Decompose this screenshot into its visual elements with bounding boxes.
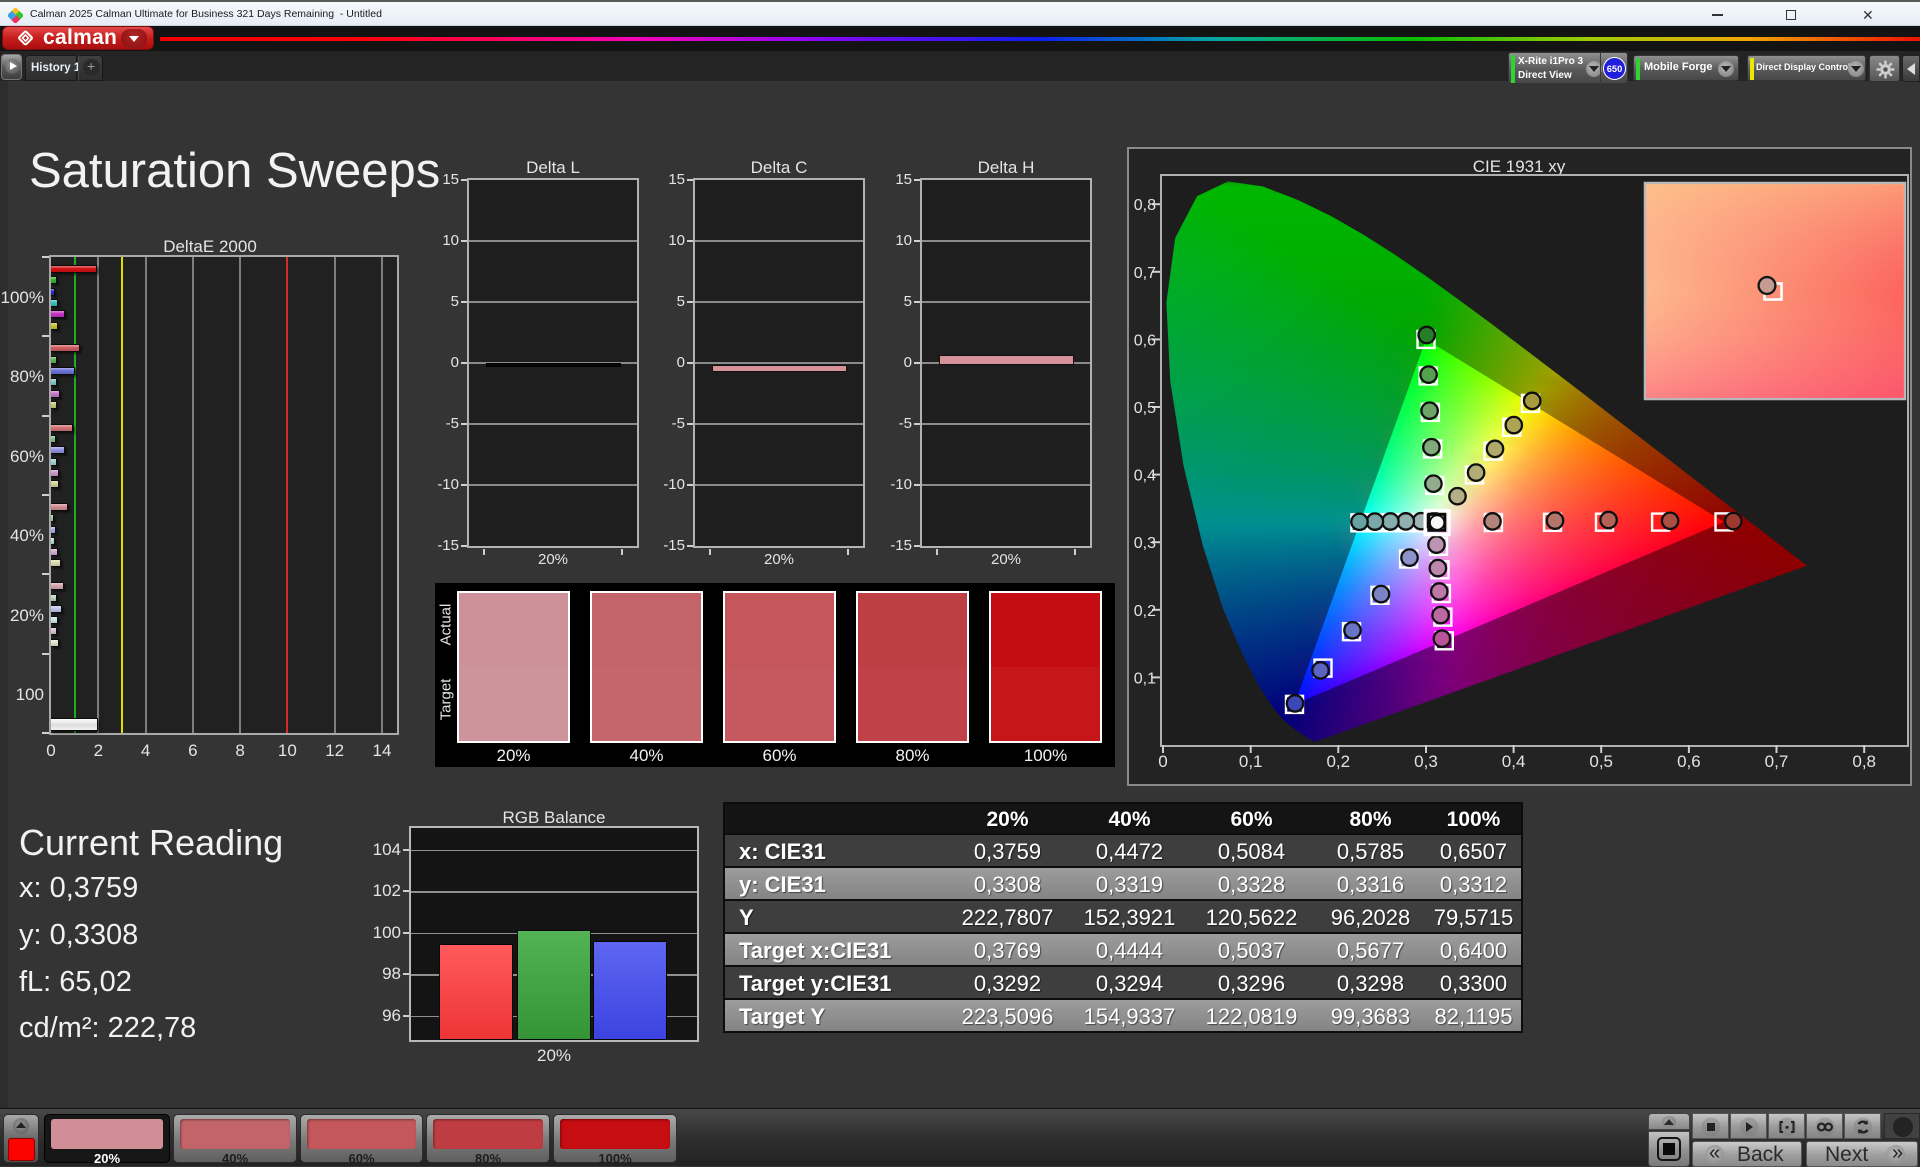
svg-text:0: 0	[1158, 752, 1167, 771]
svg-text:0,5: 0,5	[1589, 752, 1613, 771]
svg-text:0,4: 0,4	[1502, 752, 1526, 771]
svg-text:0,6: 0,6	[1134, 332, 1156, 349]
svg-text:0,6: 0,6	[1677, 752, 1701, 771]
svg-text:0,5: 0,5	[1134, 400, 1156, 417]
svg-text:0,2: 0,2	[1326, 752, 1350, 771]
svg-text:0,2: 0,2	[1134, 603, 1156, 620]
svg-text:0,3: 0,3	[1414, 752, 1438, 771]
svg-text:0,8: 0,8	[1134, 197, 1156, 214]
svg-text:0,1: 0,1	[1239, 752, 1263, 771]
svg-text:0,1: 0,1	[1134, 670, 1156, 687]
svg-text:0,3: 0,3	[1134, 535, 1156, 552]
svg-text:0,7: 0,7	[1134, 265, 1156, 282]
svg-text:0,8: 0,8	[1852, 752, 1876, 771]
svg-text:0,4: 0,4	[1134, 468, 1156, 485]
svg-text:0,7: 0,7	[1765, 752, 1789, 771]
